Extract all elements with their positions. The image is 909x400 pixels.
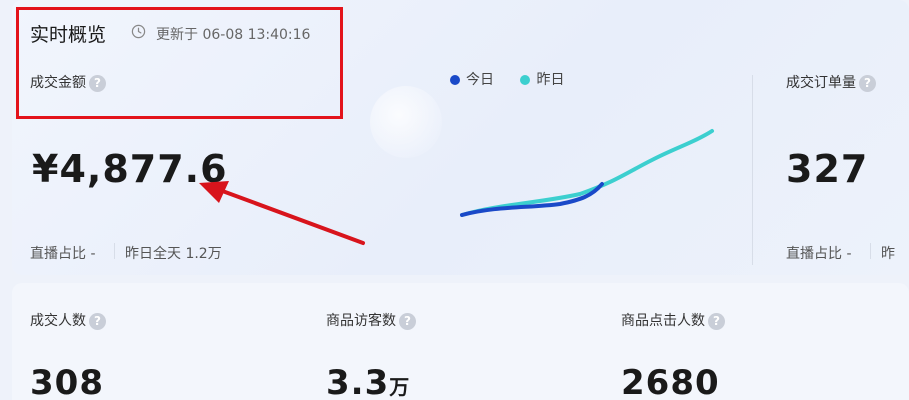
annotation-arrow [199,181,365,245]
help-icon[interactable]: ? [399,312,416,330]
legend-today-label: 今日 [466,72,494,88]
orders-live-ratio: 直播占比 - [786,246,852,262]
buyers-label-text: 成交人数 [30,313,86,329]
inline-divider [114,243,115,259]
help-icon[interactable]: ? [89,312,106,330]
visitors-value: 3.3万 [326,363,410,400]
yesterday-trend-line [460,129,714,217]
orders-yesterday-total: 昨 [881,246,895,262]
arrow-shaft [215,187,365,245]
clicks-metric-label: 商品点击人数? [621,310,725,330]
today-legend-dot [450,75,460,85]
gmv-live-ratio: 直播占比 - [30,246,96,262]
highlight-box [16,7,343,119]
clicks-value: 2680 [621,363,720,400]
visitors-number: 3.3 [326,363,390,400]
clicks-label-text: 商品点击人数 [621,313,705,329]
secondary-metrics-card [12,283,909,400]
help-icon[interactable]: ? [859,74,876,92]
inline-divider [870,243,871,259]
help-icon[interactable]: ? [708,312,725,330]
buyers-metric-label: 成交人数? [30,310,106,330]
visitors-label-text: 商品访客数 [326,313,396,329]
chart-legend: 今日 昨日 [450,69,564,89]
section-divider [752,75,753,265]
legend-yesterday-label: 昨日 [536,72,565,88]
visitors-metric-label: 商品访客数? [326,310,416,330]
yesterday-legend-dot [520,75,531,85]
orders-label-text: 成交订单量 [786,75,856,91]
trend-sparkline [460,129,714,217]
orders-value: 327 [786,147,869,191]
today-trend-line [460,182,604,217]
buyers-value: 308 [30,363,104,400]
visitors-unit: 万 [389,375,411,399]
orders-metric-label: 成交订单量? [786,72,876,92]
decorative-bubble [370,86,442,158]
